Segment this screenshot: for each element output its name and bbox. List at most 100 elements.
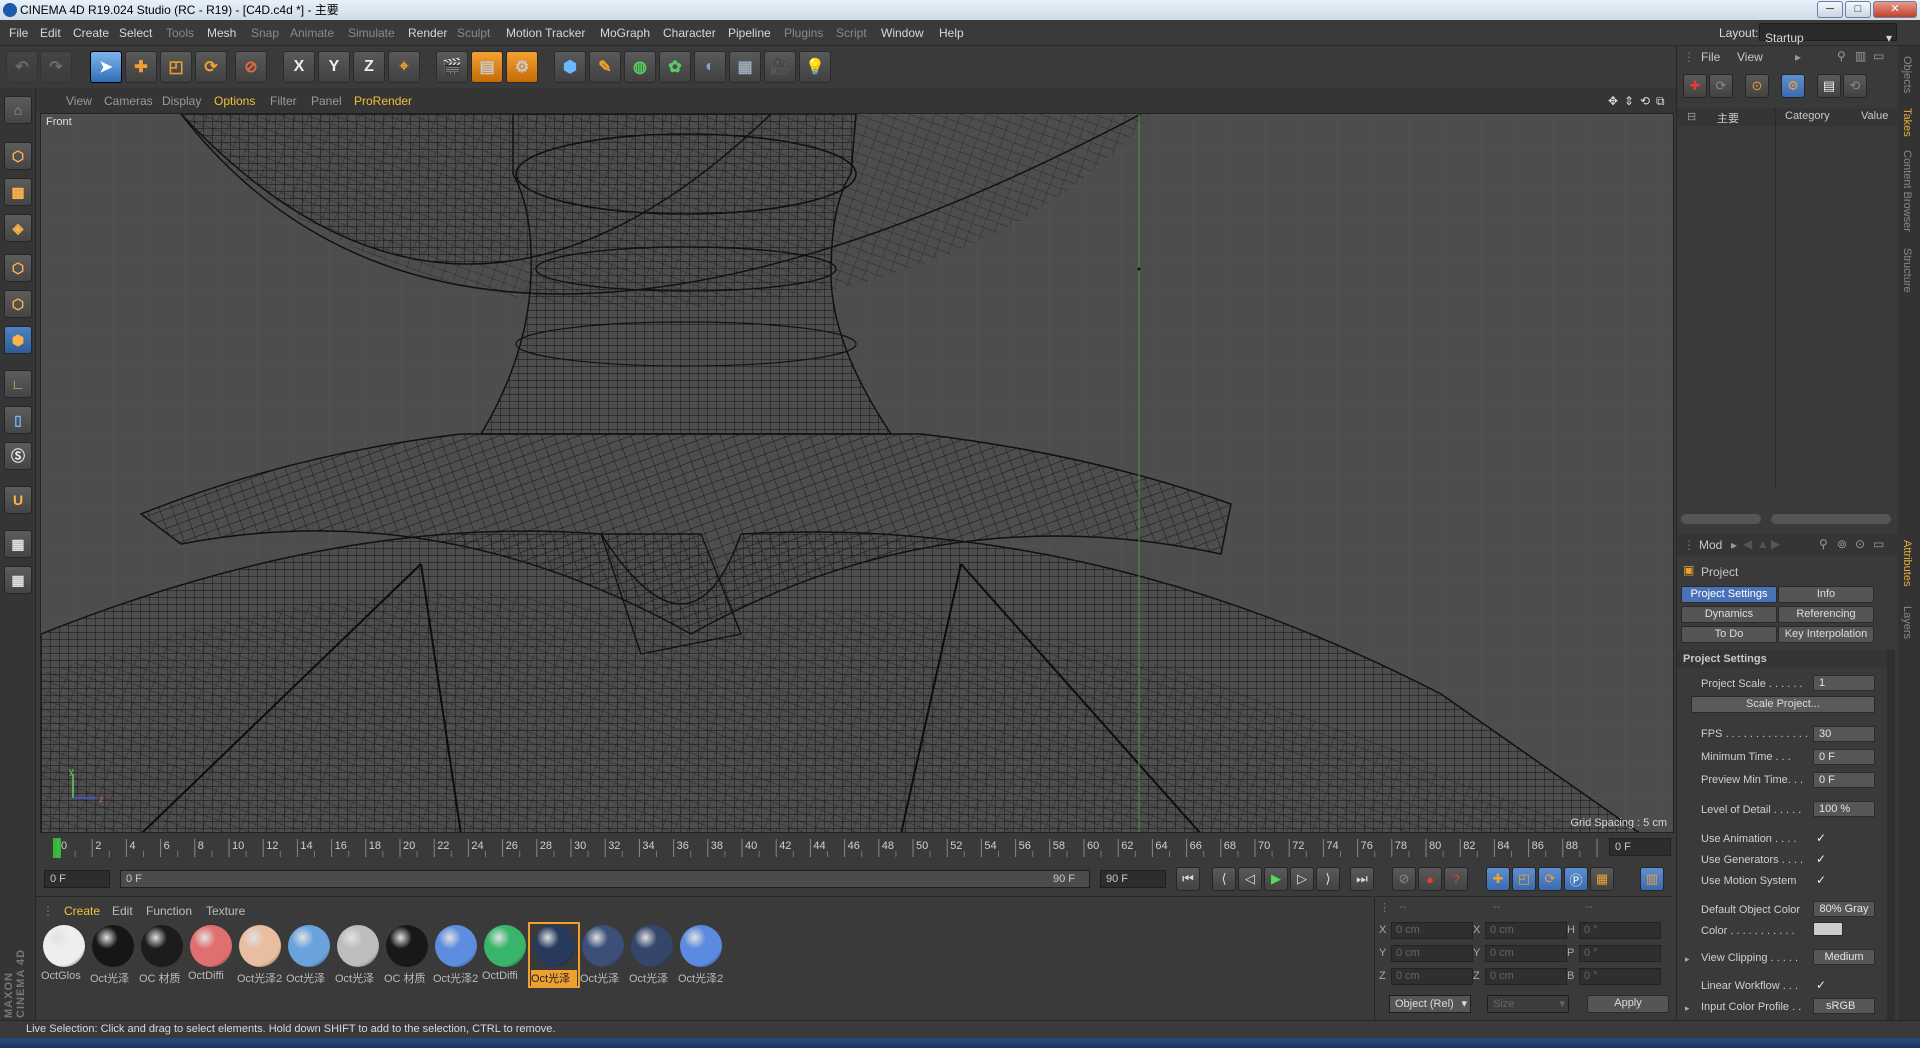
side-tab-objects[interactable]: Objects — [1901, 56, 1913, 93]
maximize-view-icon[interactable]: ⧉ — [1656, 94, 1665, 109]
pen-spline-button[interactable]: ✎ — [589, 51, 621, 83]
render-view-button[interactable]: 🎬 — [436, 51, 468, 83]
model-mode-button[interactable]: ⬡ — [4, 142, 32, 170]
expand-arrow-icon[interactable]: ▸ — [1685, 1003, 1690, 1014]
nav-up-icon[interactable]: ▲ — [1757, 537, 1769, 551]
vp-menu-cameras[interactable]: Cameras — [104, 94, 153, 108]
redo-button[interactable]: ↷ — [40, 51, 72, 83]
tab-project-settings[interactable]: Project Settings — [1681, 586, 1777, 603]
color-swatch[interactable] — [1813, 922, 1843, 936]
material-swatch[interactable]: OC 材质 — [384, 925, 430, 985]
section-project-settings[interactable]: Project Settings — [1677, 650, 1887, 668]
front-viewport[interactable]: Front y z Grid Spacing : 5 cm — [40, 113, 1674, 833]
new-view-icon[interactable]: ▭ — [1873, 537, 1884, 551]
tab-to-do[interactable]: To Do — [1681, 626, 1777, 643]
material-swatch[interactable]: Oct光泽 — [286, 925, 332, 985]
next-frame-button[interactable]: ▷ — [1290, 867, 1314, 891]
planar-workplane-button[interactable]: ▦ — [4, 566, 32, 594]
snap-button[interactable]: U — [4, 486, 32, 514]
prev-frame-button[interactable]: ◁ — [1238, 867, 1262, 891]
key-pla-button[interactable]: ▦ — [1590, 867, 1614, 891]
material-swatch[interactable]: Oct光泽 — [335, 925, 381, 985]
menu-sculpt[interactable]: Sculpt — [457, 26, 490, 40]
material-swatch[interactable]: Oct光泽 — [90, 925, 136, 985]
coord-value-field[interactable]: 0 ° — [1579, 968, 1661, 985]
material-swatch[interactable]: OctDiffi — [188, 925, 234, 985]
menu-mesh[interactable]: Mesh — [207, 26, 236, 40]
input-profile-dropdown[interactable]: sRGB — [1813, 998, 1875, 1014]
menu-tools[interactable]: Tools — [166, 26, 194, 40]
h-scrollbar-left[interactable] — [1681, 514, 1761, 524]
view-clipping-dropdown[interactable]: Medium — [1813, 949, 1875, 965]
material-swatch[interactable]: Oct光泽2 — [678, 925, 724, 985]
side-tab-layers[interactable]: Layers — [1901, 606, 1913, 639]
linear-workflow-checkbox[interactable]: ✓ — [1816, 978, 1826, 992]
nav-forward-icon[interactable]: ▶ — [1771, 537, 1780, 551]
takes-auto-button[interactable]: ⚙ — [1781, 74, 1805, 98]
coordinate-system-button[interactable]: ⌖ — [388, 51, 420, 83]
vp-menu-filter[interactable]: Filter — [270, 94, 297, 108]
vp-menu-view[interactable]: View — [66, 94, 92, 108]
preview-min-field[interactable]: 0 F — [1813, 772, 1875, 788]
live-selection-button[interactable]: ➤ — [90, 51, 122, 83]
menu-render[interactable]: Render — [408, 26, 447, 40]
bookmark-icon[interactable]: ▥ — [1855, 49, 1866, 63]
project-scale-field[interactable]: 1 — [1813, 675, 1875, 691]
attr-scrollbar[interactable] — [1887, 650, 1895, 1020]
goto-end-button[interactable]: ⏭ — [1350, 867, 1374, 891]
current-frame-field[interactable]: 0 F — [1609, 838, 1671, 856]
menu-plugins[interactable]: Plugins — [784, 26, 823, 40]
end-frame-field[interactable]: 90 F — [1100, 870, 1166, 888]
floor-button[interactable]: ▦ — [729, 51, 761, 83]
search-icon[interactable]: ⚲ — [1837, 49, 1846, 63]
side-tab-content-browser[interactable]: Content Browser — [1901, 150, 1913, 232]
menu-help[interactable]: Help — [939, 26, 964, 40]
move-tool-button[interactable]: ✚ — [125, 51, 157, 83]
camera-button[interactable]: 🎥 — [764, 51, 796, 83]
fps-field[interactable]: 30 — [1813, 726, 1875, 742]
expand-arrow-icon[interactable]: ▸ — [1795, 50, 1801, 64]
coord-value-field[interactable]: 0 ° — [1579, 945, 1661, 962]
render-picture-viewer-button[interactable]: ▤ — [471, 51, 503, 83]
coord-value-field[interactable]: 0 cm — [1485, 968, 1567, 985]
tab-key-interpolation[interactable]: Key Interpolation — [1778, 626, 1874, 643]
key-position-button[interactable]: ✚ — [1486, 867, 1510, 891]
next-key-button[interactable]: ⟩ — [1316, 867, 1340, 891]
coord-value-field[interactable]: 0 cm — [1391, 922, 1473, 939]
menu-animate[interactable]: Animate — [290, 26, 334, 40]
keyframe-lock-button[interactable]: ⊘ — [1392, 867, 1416, 891]
apply-button[interactable]: Apply — [1587, 995, 1669, 1013]
min-time-field[interactable]: 0 F — [1813, 749, 1875, 765]
expand-arrow-icon[interactable]: ▸ — [1731, 538, 1737, 552]
takes-lock-button[interactable]: ⟲ — [1843, 74, 1867, 98]
nav-back-icon[interactable]: ◀ — [1743, 537, 1752, 551]
tab-dynamics[interactable]: Dynamics — [1681, 606, 1777, 623]
vp-menu-prorender[interactable]: ProRender — [354, 94, 412, 108]
lock-icon[interactable]: ⊚ — [1837, 537, 1847, 551]
frame-range-slider[interactable]: 0 F 90 F — [120, 870, 1090, 888]
undo-button[interactable]: ↶ — [6, 51, 38, 83]
side-tab-attributes[interactable]: Attributes — [1901, 540, 1913, 586]
lock-workplane-button[interactable]: ▦ — [4, 530, 32, 558]
playhead-marker[interactable] — [53, 838, 61, 858]
new-view-icon[interactable]: ▭ — [1873, 49, 1884, 63]
y-axis-button[interactable]: Y — [318, 51, 350, 83]
material-swatch[interactable]: Oct光泽 — [580, 925, 626, 985]
size-mode-dropdown[interactable]: Size ▾ — [1487, 995, 1569, 1013]
cube-button[interactable]: ⬢ — [554, 51, 586, 83]
key-scale-button[interactable]: ◰ — [1512, 867, 1536, 891]
polygons-mode-button[interactable]: ⬢ — [4, 326, 32, 354]
layout-dropdown[interactable]: Startup ▾ — [1759, 23, 1897, 45]
use-generators-checkbox[interactable]: ✓ — [1816, 852, 1826, 866]
rotate-tool-button[interactable]: ⟳ — [195, 51, 227, 83]
tab-info[interactable]: Info — [1778, 586, 1874, 603]
recent-tool-button[interactable]: ⊘ — [235, 51, 267, 83]
render-settings-button[interactable]: ⚙ — [506, 51, 538, 83]
use-animation-checkbox[interactable]: ✓ — [1816, 831, 1826, 845]
menu-script[interactable]: Script — [836, 26, 867, 40]
menu-character[interactable]: Character — [663, 26, 716, 40]
material-swatch[interactable]: Oct光泽 — [528, 922, 580, 988]
tweak-mode-button[interactable]: ▯ — [4, 406, 32, 434]
x-axis-button[interactable]: X — [283, 51, 315, 83]
material-swatch[interactable]: OctGlos — [41, 925, 87, 985]
